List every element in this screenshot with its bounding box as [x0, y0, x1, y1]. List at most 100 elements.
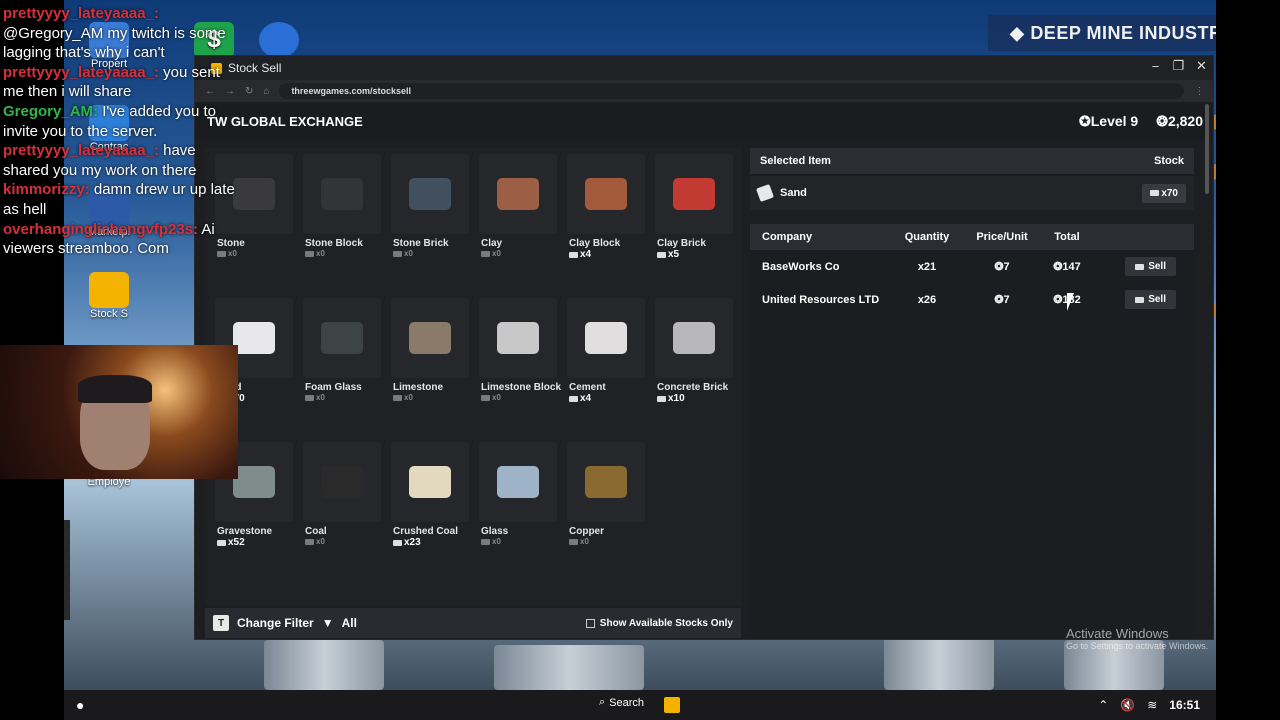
- level-indicator: ✪Level 9: [1079, 112, 1139, 129]
- taskbar-search[interactable]: ⌕ Search: [599, 696, 644, 709]
- exchange-header: TW GLOBAL EXCHANGE ✪Level 9 ❂2,820: [195, 102, 1213, 140]
- col-total: Total: [1054, 231, 1080, 243]
- item-grid: Stone x0 Stone Block x0 Stone Brick x0 Clay x0 C…: [205, 148, 741, 606]
- truck-icon: [1149, 189, 1159, 196]
- taskbar-app-icon[interactable]: [664, 697, 680, 713]
- item-card[interactable]: Limestone x0: [391, 298, 469, 413]
- chevron-up-icon[interactable]: ⌃: [1098, 698, 1108, 712]
- filter-icon: ▼: [321, 616, 334, 630]
- item-image: [321, 322, 363, 354]
- minimize-button[interactable]: −: [1144, 56, 1167, 76]
- item-name: Copper: [569, 526, 604, 537]
- sell-button[interactable]: Sell: [1125, 257, 1176, 276]
- reload-icon[interactable]: ↻: [245, 86, 253, 97]
- item-thumbnail: [655, 298, 733, 378]
- available-checkbox[interactable]: [585, 618, 595, 628]
- url-field[interactable]: threewgames.com/stocksell: [279, 83, 1185, 99]
- truck-icon: [217, 539, 226, 546]
- item-card[interactable]: Coal x0: [303, 442, 381, 557]
- item-count: x4: [569, 249, 645, 260]
- change-filter-button[interactable]: Change Filter: [237, 616, 314, 630]
- truck-icon: [1135, 263, 1145, 270]
- chat-username: overhanginglichengvfp23s:: [3, 220, 199, 238]
- item-thumbnail: [391, 154, 469, 234]
- chat-message: overhanginglichengvfp23s: Ai viewers str…: [3, 220, 237, 259]
- item-card[interactable]: Concrete Brick x10: [655, 298, 733, 413]
- truck-icon: [1135, 296, 1145, 303]
- chat-username: kimmorizzy:: [3, 181, 90, 199]
- stock-heading: Stock: [1154, 155, 1184, 167]
- col-price: Price/Unit: [976, 231, 1028, 243]
- item-thumbnail: [567, 154, 645, 234]
- filter-hotkey: T: [213, 615, 229, 631]
- item-count: x23: [393, 537, 469, 548]
- truck-icon: [657, 251, 666, 258]
- search-icon: ⌕: [599, 696, 606, 708]
- truck-icon: [481, 394, 490, 401]
- item-thumbnail: [567, 442, 645, 522]
- scrollbar[interactable]: [1205, 104, 1209, 194]
- item-card[interactable]: Clay x0: [479, 154, 557, 269]
- item-thumbnail: [655, 154, 733, 234]
- filter-value[interactable]: All: [342, 616, 357, 630]
- sell-button[interactable]: Sell: [1125, 290, 1176, 309]
- brand-banner: ◆ DEEP MINE INDUSTRIES: [988, 15, 1216, 51]
- truck-icon: [393, 539, 402, 546]
- item-card[interactable]: Stone Brick x0: [391, 154, 469, 269]
- close-button[interactable]: ✕: [1190, 56, 1213, 76]
- diamond-icon: ◆: [1009, 22, 1025, 43]
- item-name: Limestone: [393, 382, 444, 393]
- item-count: x52: [217, 537, 293, 548]
- truck-icon: [305, 394, 314, 401]
- item-count: x0: [481, 537, 557, 546]
- item-name: Clay: [481, 238, 503, 249]
- item-count: x0: [569, 537, 645, 546]
- selected-item-row: Sand x70: [750, 176, 1194, 210]
- item-name: Gravestone: [217, 526, 273, 537]
- item-card[interactable]: Glass x0: [479, 442, 557, 557]
- show-available-toggle[interactable]: Show Available Stocks Only: [585, 618, 733, 629]
- item-card[interactable]: Limestone Block x0: [479, 298, 562, 413]
- mouse-cursor: [1067, 293, 1074, 311]
- desktop-icon-tasks[interactable]: [244, 22, 314, 58]
- brand-title: DEEP MINE INDUSTRIES: [1030, 22, 1216, 43]
- item-card[interactable]: Clay Block x4: [567, 154, 645, 269]
- filter-bar: T Change Filter ▼ All Show Available Sto…: [205, 608, 741, 638]
- table-row: BaseWorks Co x21 ❂7 ❂147 Sell: [750, 250, 1194, 283]
- item-thumbnail: [567, 298, 645, 378]
- item-image: [585, 466, 627, 498]
- truck-icon: [393, 250, 402, 257]
- item-thumbnail: [479, 298, 557, 378]
- item-image: [497, 322, 539, 354]
- item-count: x10: [657, 393, 733, 404]
- item-image: [409, 322, 451, 354]
- item-card[interactable]: Crushed Coal x23: [391, 442, 469, 557]
- item-card[interactable]: Cement x4: [567, 298, 645, 413]
- menu-dots-icon[interactable]: ⋮: [1194, 86, 1204, 97]
- item-card[interactable]: Stone Block x0: [303, 154, 381, 269]
- truck-icon: [569, 538, 578, 545]
- item-thumbnail: [303, 442, 381, 522]
- chat-message: Gregory_AM: I've added you to invite you…: [3, 102, 237, 141]
- webcam-overlay: [0, 345, 238, 479]
- item-card[interactable]: Copper x0: [567, 442, 645, 557]
- home-icon[interactable]: ⌂: [263, 86, 269, 97]
- speaker-muted-icon[interactable]: 🔇: [1120, 698, 1135, 712]
- item-thumbnail: [391, 442, 469, 522]
- truck-icon: [569, 251, 578, 258]
- window-titlebar[interactable]: Stock Sell − ❐ ✕: [195, 56, 1213, 80]
- start-icon[interactable]: ●: [76, 697, 84, 713]
- item-count: x0: [305, 393, 381, 402]
- chat-username: prettyyyy_lateyaaaa_:: [3, 5, 159, 22]
- item-thumbnail: [479, 154, 557, 234]
- item-card[interactable]: Clay Brick x5: [655, 154, 733, 269]
- item-name: Concrete Brick: [657, 382, 729, 393]
- item-name: Limestone Block: [481, 382, 562, 393]
- maximize-button[interactable]: ❐: [1167, 56, 1190, 76]
- clock: 16:51: [1169, 698, 1200, 712]
- activation-watermark: Activate Windows Go to Settings to activ…: [1066, 626, 1209, 651]
- item-count: x4: [569, 393, 645, 404]
- item-image: [673, 178, 715, 210]
- item-card[interactable]: Foam Glass x0: [303, 298, 381, 413]
- wifi-icon[interactable]: ≋: [1147, 698, 1157, 712]
